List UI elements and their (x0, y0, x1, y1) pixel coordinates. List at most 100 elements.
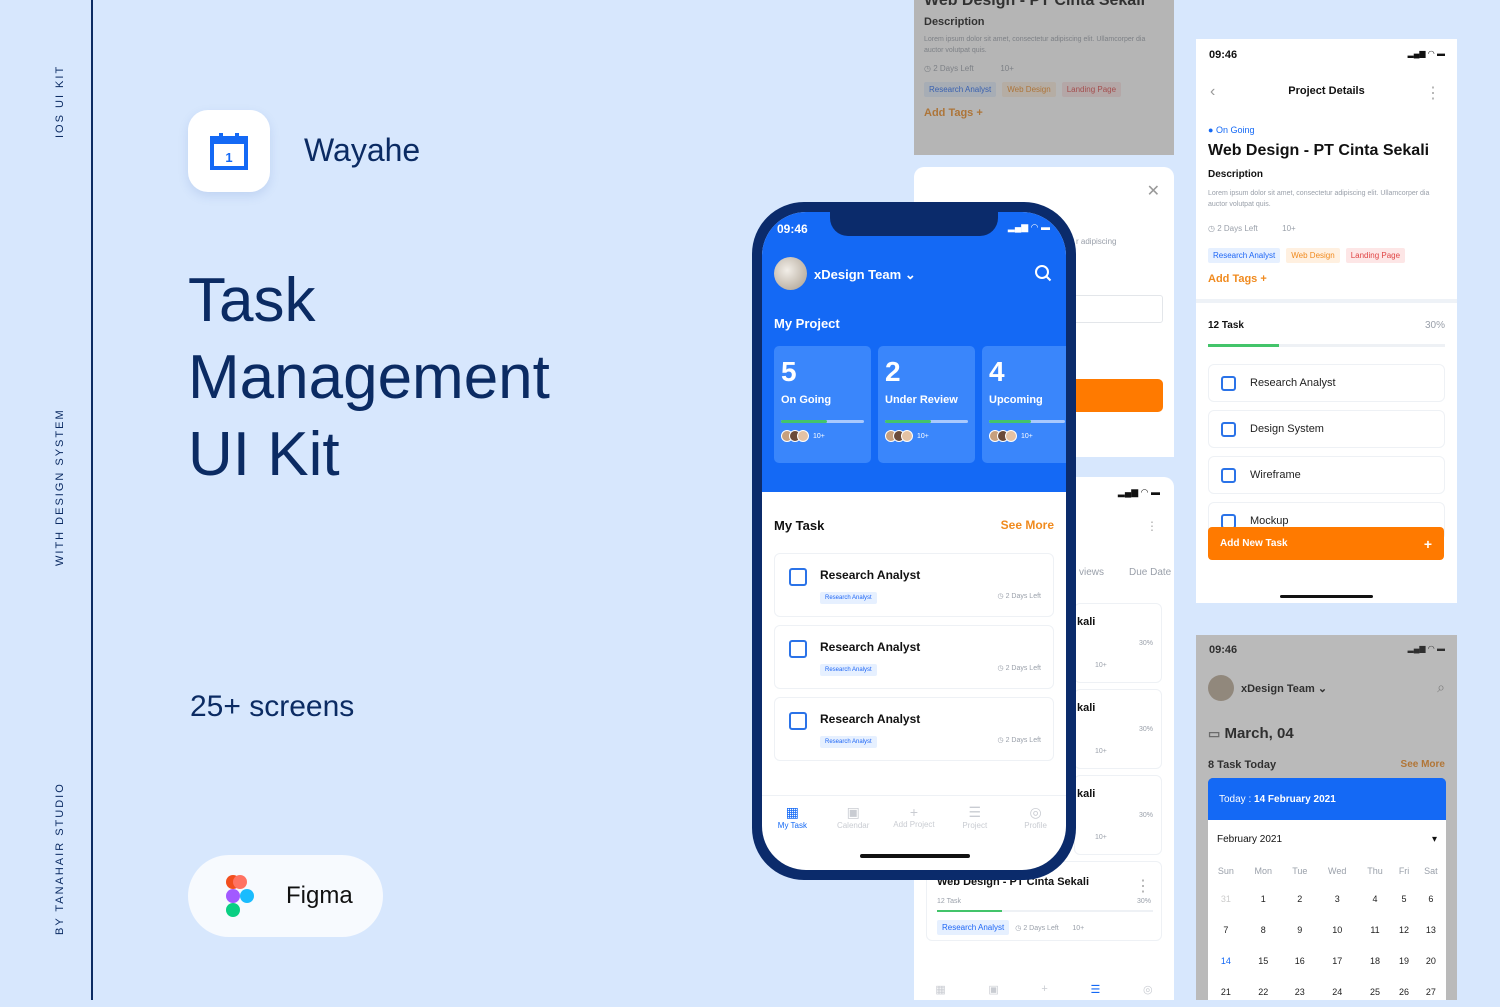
calendar-day[interactable]: 3 (1317, 883, 1358, 914)
calendar-day[interactable]: 16 (1283, 945, 1317, 976)
tab-add-project[interactable]: + Add Project (886, 804, 941, 870)
weekday-label: Mon (1254, 866, 1273, 876)
calendar-day[interactable]: 24 (1317, 976, 1358, 1007)
modal-input[interactable] (1064, 295, 1163, 323)
task-title: Research Analyst (820, 568, 921, 582)
calendar-day[interactable]: 4 (1358, 883, 1393, 914)
checkbox[interactable] (789, 712, 807, 730)
plus-icon[interactable]: + (1041, 983, 1047, 996)
calendar-day[interactable]: 18 (1358, 945, 1393, 976)
calendar-day[interactable]: 14 (1208, 945, 1244, 976)
month-select[interactable]: February 2021▾ (1208, 820, 1446, 859)
due-text: ◷ 2 Days Left (997, 737, 1041, 744)
calendar-day[interactable]: 19 (1392, 945, 1415, 976)
weekday-label: Fri (1398, 866, 1410, 876)
calendar-day[interactable]: 27 (1416, 976, 1446, 1007)
side-label-bottom: BY TANAHAIR STUDIO (54, 782, 66, 935)
calendar-day[interactable]: 21 (1208, 976, 1244, 1007)
calendar-day[interactable]: 15 (1244, 945, 1283, 976)
checkbox[interactable] (789, 640, 807, 658)
tab-my-task[interactable]: ▦ My Task (765, 804, 820, 870)
screen-project-details: 09:46 ▂▄▆ ◠ ▬ ‹ Project Details ⋮ ● On G… (1196, 39, 1457, 603)
calendar-day[interactable]: 7 (1208, 914, 1244, 945)
search-icon[interactable] (1034, 264, 1052, 282)
today-banner-highlight: Today : 14 February 2021 (1208, 778, 1446, 820)
add-tags-button[interactable]: Add Tags + (1208, 273, 1267, 285)
project-label: On Going (781, 394, 832, 406)
calendar-day[interactable]: 10 (1317, 914, 1358, 945)
more-icon[interactable]: ⋮ (1425, 83, 1441, 103)
project-label: Upcoming (989, 394, 1043, 406)
grid-icon[interactable]: ▦ (935, 983, 945, 996)
home-indicator (860, 854, 970, 858)
project-card[interactable]: kali 30% 10+ (1074, 775, 1162, 855)
calendar-widget-highlight: February 2021 ▾ Sun Mon Tue Wed Thu Fri Sat 31 1… (1208, 820, 1446, 1000)
calendar-day[interactable]: 9 (1283, 914, 1317, 945)
task-item[interactable]: Research Analyst (1208, 364, 1445, 402)
tab-project[interactable]: ☰ Project (947, 804, 1002, 870)
checkbox[interactable] (1221, 421, 1236, 437)
add-new-task-button[interactable]: Add New Task + (1208, 527, 1444, 560)
svg-text:1: 1 (225, 150, 232, 165)
checkbox[interactable] (789, 568, 807, 586)
profile-icon: ◎ (1029, 804, 1042, 820)
tag: Research Analyst (820, 736, 877, 748)
checkbox[interactable] (1221, 375, 1236, 391)
calendar-day[interactable]: 17 (1317, 945, 1358, 976)
task-title: Research Analyst (820, 640, 921, 654)
more-icon[interactable]: ⋮ (1146, 519, 1158, 533)
tab-reviews[interactable]: views (1079, 567, 1104, 578)
tab-calendar[interactable]: ▣ Calendar (826, 804, 881, 870)
project-card-pct: 30% (1138, 726, 1153, 733)
task-card[interactable]: Research Analyst Research Analyst ◷ 2 Da… (774, 697, 1054, 761)
calendar-day[interactable]: 2 (1283, 883, 1317, 914)
screen-header: Project Details (1288, 85, 1365, 97)
close-icon[interactable]: ✕ (1147, 181, 1160, 201)
calendar-day[interactable]: 1 (1244, 883, 1283, 914)
calendar-day[interactable]: 5 (1392, 883, 1415, 914)
calendar-day[interactable]: 8 (1244, 914, 1283, 945)
calendar-day[interactable]: 26 (1392, 976, 1415, 1007)
calendar-day[interactable]: 31 (1208, 883, 1244, 914)
calendar-day[interactable]: 23 (1283, 976, 1317, 1007)
calendar-icon: ▣ (846, 804, 860, 820)
team-switcher[interactable]: xDesign Team ⌄ (814, 267, 916, 283)
clock-icon: ◷ (1208, 224, 1215, 233)
team-avatar[interactable] (774, 257, 807, 290)
tab-bar: ▦ ▣ + ☰ ◎ (914, 983, 1174, 996)
project-card-ongoing[interactable]: 5 On Going 10+ (774, 346, 871, 463)
calendar-day[interactable]: 20 (1416, 945, 1446, 976)
project-card-title: kali (1077, 788, 1096, 800)
list-icon[interactable]: ☰ (1090, 983, 1100, 996)
more-icon[interactable]: ⋮ (1135, 876, 1151, 896)
modal-submit-button[interactable] (1064, 379, 1163, 412)
calendar-day[interactable]: 11 (1358, 914, 1393, 945)
calendar-grid: SunMonTueWedThuFriSat 311234567891011121… (1208, 859, 1446, 1007)
calendar-day[interactable]: 13 (1416, 914, 1446, 945)
task-card[interactable]: Research Analyst Research Analyst ◷ 2 Da… (774, 625, 1054, 689)
project-card[interactable]: kali 30% 10+ (1074, 603, 1162, 683)
calendar-day[interactable]: 12 (1392, 914, 1415, 945)
task-list: Research Analyst Design System Wireframe… (1196, 364, 1457, 548)
calendar-day[interactable]: 25 (1358, 976, 1393, 1007)
project-count: 4 (989, 356, 1005, 387)
hero-line: Task (188, 266, 316, 335)
project-card-upcoming[interactable]: 4 Upcoming 10+ (982, 346, 1066, 463)
tab-profile[interactable]: ◎ Profile (1008, 804, 1063, 870)
progress-track (1208, 344, 1445, 347)
calendar-day[interactable]: 22 (1244, 976, 1283, 1007)
project-card[interactable]: kali 30% 10+ (1074, 689, 1162, 769)
checkbox[interactable] (1221, 467, 1236, 483)
calendar-day[interactable]: 6 (1416, 883, 1446, 914)
project-card-under-review[interactable]: 2 Under Review 10+ (878, 346, 975, 463)
figma-badge: Figma (188, 855, 383, 937)
tab-due-date[interactable]: Due Date (1129, 567, 1171, 578)
calendar-icon[interactable]: ▣ (988, 983, 998, 996)
task-item[interactable]: Wireframe (1208, 456, 1445, 494)
progress-track (937, 910, 1153, 912)
phone-notch (830, 212, 998, 236)
profile-icon[interactable]: ◎ (1143, 983, 1153, 996)
task-card[interactable]: Research Analyst Research Analyst ◷ 2 Da… (774, 553, 1054, 617)
see-more-link[interactable]: See More (1001, 518, 1054, 533)
task-item[interactable]: Design System (1208, 410, 1445, 448)
